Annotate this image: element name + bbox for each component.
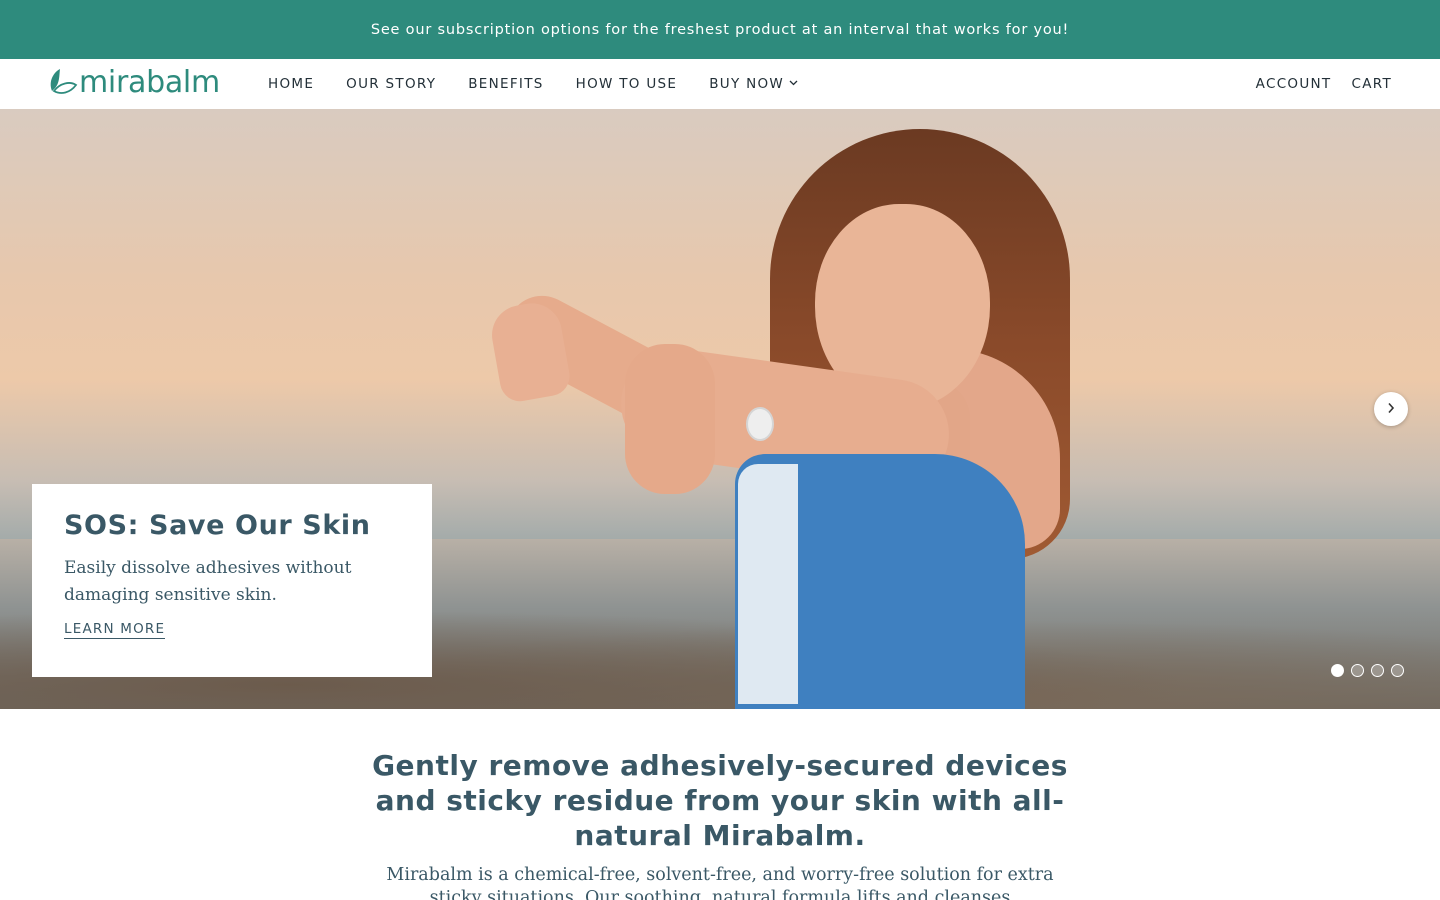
slide-dot-4[interactable] xyxy=(1391,664,1404,677)
slide-dot-3[interactable] xyxy=(1371,664,1384,677)
chevron-right-icon xyxy=(1387,399,1395,419)
learn-more-link[interactable]: LEARN MORE xyxy=(64,621,166,639)
hero-card: SOS: Save Our Skin Easily dissolve adhes… xyxy=(32,484,432,677)
leaf-icon xyxy=(50,69,78,94)
logo-text: mirabalm xyxy=(79,65,220,100)
nav-our-story[interactable]: OUR STORY xyxy=(346,76,436,92)
glucose-sensor xyxy=(746,407,774,441)
cart-link[interactable]: CART xyxy=(1351,76,1392,92)
next-slide-button[interactable] xyxy=(1374,392,1408,426)
header-actions: ACCOUNT CART xyxy=(1236,59,1392,109)
intro-body: Mirabalm is a chemical-free, solvent-fre… xyxy=(386,865,1054,900)
nav-how-to-use[interactable]: HOW TO USE xyxy=(576,76,678,92)
site-header: mirabalm HOME OUR STORY BENEFITS HOW TO … xyxy=(0,59,1440,109)
announcement-bar: See our subscription options for the fre… xyxy=(0,0,1440,59)
nav-buy-now[interactable]: BUY NOW xyxy=(709,76,798,92)
intro-heading: Gently remove adhesively-secured devices… xyxy=(372,749,1068,852)
slide-dot-2[interactable] xyxy=(1351,664,1364,677)
hero-slideshow: SOS: Save Our Skin Easily dissolve adhes… xyxy=(0,109,1440,709)
nav-home[interactable]: HOME xyxy=(268,76,314,92)
hero-text: Easily dissolve adhesives without damagi… xyxy=(64,558,352,605)
logo[interactable]: mirabalm xyxy=(46,63,220,103)
announcement-text: See our subscription options for the fre… xyxy=(370,21,1070,38)
main-nav: HOME OUR STORY BENEFITS HOW TO USE BUY N… xyxy=(268,59,830,109)
slide-dots xyxy=(1331,664,1411,677)
intro-section: Gently remove adhesively-secured devices… xyxy=(370,748,1070,900)
chevron-down-icon xyxy=(789,78,798,89)
slide-dot-1[interactable] xyxy=(1331,664,1344,677)
hero-title: SOS: Save Our Skin xyxy=(64,510,371,541)
nav-benefits[interactable]: BENEFITS xyxy=(468,76,543,92)
nav-buy-now-label: BUY NOW xyxy=(709,76,785,92)
account-link[interactable]: ACCOUNT xyxy=(1256,76,1332,92)
